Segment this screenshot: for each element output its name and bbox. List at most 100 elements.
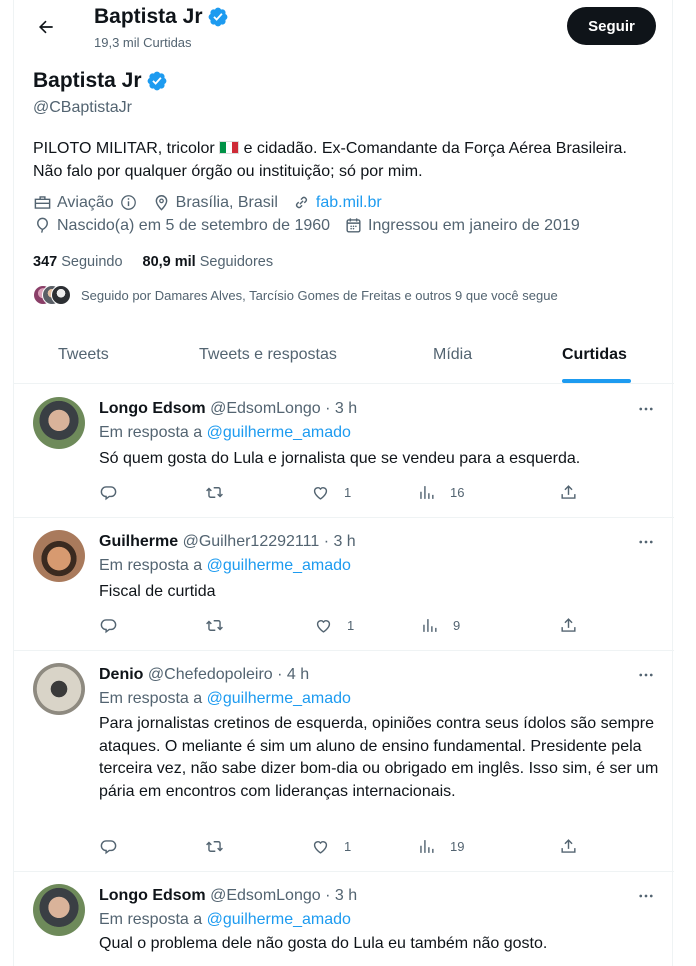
author-name[interactable]: Denio (99, 666, 143, 683)
tweet-item[interactable]: Denio @Chefedopoleiro · 4 h Em resposta … (14, 651, 674, 872)
more-button[interactable] (636, 665, 656, 685)
view-count: 19 (450, 839, 465, 854)
views-icon (420, 486, 434, 499)
retweet-button[interactable] (205, 837, 224, 856)
more-button[interactable] (636, 886, 656, 906)
share-icon (561, 618, 576, 632)
back-button[interactable] (32, 13, 60, 41)
tweet-time[interactable]: · 3 h (324, 533, 356, 550)
tab-likes[interactable]: Curtidas (562, 346, 627, 364)
like-button[interactable]: 1 (311, 483, 351, 502)
like-icon (313, 841, 328, 854)
tweet-item[interactable]: Guilherme @Guilher12292111 · 3 h Em resp… (14, 518, 674, 651)
retweet-button[interactable] (205, 483, 224, 502)
location-text: Brasília, Brasil (175, 193, 278, 211)
tweet-text: Para jornalistas cretinos de esquerda, o… (99, 715, 659, 800)
tweet-text: Fiscal de curtida (99, 583, 216, 600)
reply-button[interactable] (99, 616, 118, 635)
tab-tweets-replies[interactable]: Tweets e respostas (199, 346, 337, 364)
info-icon[interactable] (119, 193, 138, 212)
share-icon (561, 839, 576, 853)
reply-prefix: Em resposta a (99, 911, 203, 928)
reply-to-link[interactable]: @guilherme_amado (207, 557, 351, 574)
avatar[interactable] (33, 397, 85, 449)
reply-icon (100, 619, 117, 634)
reply-prefix: Em resposta a (99, 424, 203, 441)
reply-to-link[interactable]: @guilherme_amado (207, 424, 351, 441)
author-handle[interactable]: @EdsomLongo (210, 887, 321, 904)
avatar (51, 285, 71, 305)
tweet-header: Guilherme @Guilher12292111 · 3 h (99, 533, 356, 551)
author-name[interactable]: Longo Edsom (99, 400, 206, 417)
header-name: Baptista Jr (94, 5, 229, 29)
author-name[interactable]: Guilherme (99, 533, 178, 550)
calendar-icon (346, 218, 361, 233)
followers-stat[interactable]: 80,9 mil Seguidores (143, 254, 274, 270)
avatar[interactable] (33, 884, 85, 936)
profile-stats: 347 Seguindo 80,9 mil Seguidores (33, 254, 273, 270)
profile-website[interactable]: fab.mil.br (292, 193, 382, 212)
share-button[interactable] (559, 483, 578, 502)
reply-to-link[interactable]: @guilherme_amado (207, 690, 351, 707)
likes-count: 19,3 mil Curtidas (94, 35, 192, 50)
view-count: 16 (450, 485, 465, 500)
website-link[interactable]: fab.mil.br (316, 194, 382, 212)
more-icon (639, 894, 653, 898)
following-stat[interactable]: 347 Seguindo (33, 254, 123, 270)
verified-badge-icon (208, 7, 227, 27)
verified-badge-icon[interactable] (146, 70, 168, 92)
author-name[interactable]: Longo Edsom (99, 887, 206, 904)
more-button[interactable] (636, 399, 656, 419)
author-handle[interactable]: @EdsomLongo (210, 400, 321, 417)
author-handle[interactable]: @Guilher12292111 (183, 533, 320, 550)
back-arrow-icon (39, 20, 53, 34)
tweet-item[interactable]: Longo Edsom @EdsomLongo · 3 h Em respost… (14, 385, 674, 518)
share-icon (561, 485, 576, 499)
balloon-icon (37, 217, 48, 233)
profile-joined: Ingressou em janeiro de 2019 (344, 216, 580, 235)
reply-button[interactable] (99, 483, 118, 502)
author-handle[interactable]: @Chefedopoleiro (148, 666, 273, 683)
share-button[interactable] (559, 837, 578, 856)
follow-button[interactable]: Seguir (567, 7, 656, 45)
tab-tweets[interactable]: Tweets (58, 346, 109, 364)
reply-to-link[interactable]: @guilherme_amado (207, 911, 351, 928)
tweet-time[interactable]: · 4 h (277, 666, 309, 683)
profile-name: Baptista Jr (33, 69, 168, 93)
tweet-actions: 1 9 (99, 616, 579, 636)
link-icon (295, 196, 307, 209)
views-button[interactable]: 19 (417, 837, 464, 856)
profile-column: Baptista Jr 19,3 mil Curtidas Seguir Bap… (13, 0, 674, 966)
views-button[interactable]: 16 (417, 483, 464, 502)
category-text: Aviação (57, 193, 114, 211)
tweet-actions: 1 19 (99, 837, 579, 857)
like-button[interactable]: 1 (311, 837, 351, 856)
avatar[interactable] (33, 663, 85, 715)
briefcase-icon (34, 196, 51, 209)
tweet-header: Longo Edsom @EdsomLongo · 3 h (99, 887, 357, 905)
following-label: Seguindo (61, 254, 123, 270)
views-button[interactable]: 9 (420, 616, 460, 635)
avatar[interactable] (33, 530, 85, 582)
like-button[interactable]: 1 (314, 616, 354, 635)
tweet-item[interactable]: Longo Edsom @EdsomLongo · 3 h Em respost… (14, 872, 674, 966)
share-button[interactable] (559, 616, 578, 635)
tweet-text: Qual o problema dele não gosta do Lula e… (99, 935, 548, 952)
followers-label: Seguidores (199, 254, 274, 270)
followed-by[interactable]: Seguido por Damares Alves, Tarcísio Gome… (33, 285, 558, 305)
tab-media[interactable]: Mídia (433, 346, 472, 364)
tweet-time[interactable]: · 3 h (325, 887, 357, 904)
tweet-time[interactable]: · 3 h (325, 400, 357, 417)
more-icon (639, 673, 653, 677)
more-button[interactable] (636, 532, 656, 552)
like-count: 1 (344, 485, 352, 500)
retweet-icon (206, 841, 223, 852)
followed-by-text: Seguido por Damares Alves, Tarcísio Gome… (81, 287, 558, 303)
followers-count: 80,9 mil (142, 254, 196, 270)
profile-handle: @CBaptistaJr (33, 99, 132, 116)
birth-text: Nascido(a) em 5 de setembro de 1960 (57, 216, 331, 234)
reply-button[interactable] (99, 837, 118, 856)
retweet-button[interactable] (205, 616, 224, 635)
view-count: 9 (453, 618, 461, 633)
like-count: 1 (344, 839, 352, 854)
